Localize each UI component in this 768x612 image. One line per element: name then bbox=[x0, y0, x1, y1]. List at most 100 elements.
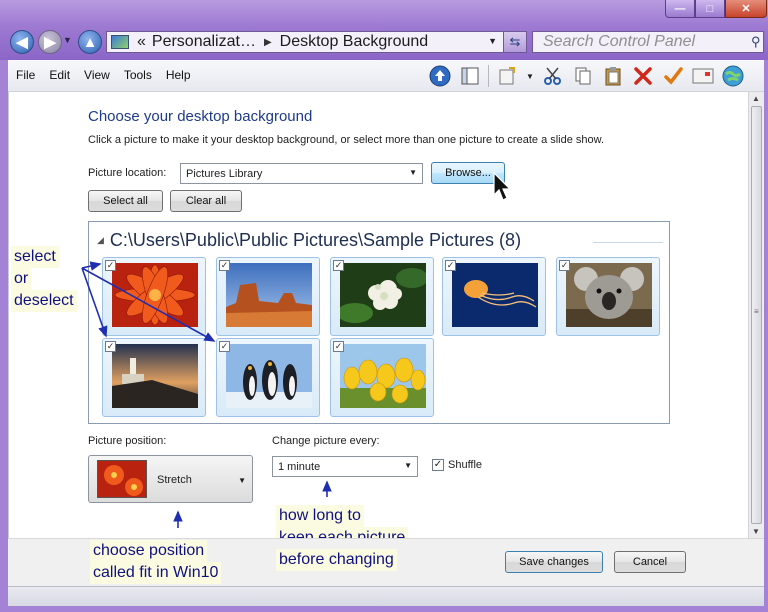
up-button[interactable]: ▲ bbox=[78, 30, 102, 54]
page-title: Choose your desktop background bbox=[88, 108, 313, 125]
menu-help[interactable]: Help bbox=[166, 68, 191, 82]
properties-icon[interactable] bbox=[495, 64, 519, 88]
clear-all-button[interactable]: Clear all bbox=[170, 190, 242, 212]
menu-tools[interactable]: Tools bbox=[124, 68, 152, 82]
cancel-button[interactable]: Cancel bbox=[614, 551, 686, 573]
globe-icon[interactable] bbox=[721, 64, 745, 88]
save-changes-button[interactable]: Save changes bbox=[505, 551, 603, 573]
picture-position-select[interactable]: Stretch ▼ bbox=[88, 455, 253, 503]
picture-thumbnail-hydrangeas[interactable]: ✓ bbox=[330, 257, 434, 336]
picture-checkbox[interactable]: ✓ bbox=[559, 260, 570, 271]
refresh-button[interactable]: ⇆ bbox=[503, 31, 527, 53]
refresh-icon: ⇆ bbox=[509, 34, 521, 49]
folder-divider bbox=[593, 242, 663, 243]
select-all-button[interactable]: Select all bbox=[88, 190, 163, 212]
penguins-image bbox=[226, 344, 312, 408]
tulips-image bbox=[340, 344, 426, 408]
panel-icon[interactable] bbox=[458, 64, 482, 88]
search-icon[interactable]: ⚲ bbox=[751, 34, 763, 50]
copy-icon[interactable] bbox=[571, 64, 595, 88]
scissors-icon[interactable] bbox=[541, 64, 565, 88]
breadcrumb-desktop-background[interactable]: Desktop Background bbox=[280, 33, 429, 51]
arrow-up-icon: ▲ bbox=[82, 33, 98, 51]
picture-thumbnail-koala[interactable]: ✓ bbox=[556, 257, 660, 336]
picture-location-select[interactable]: Pictures Library ▼ bbox=[180, 163, 423, 184]
annotation-how-long: how long to bbox=[276, 505, 364, 527]
menu-view[interactable]: View bbox=[84, 68, 110, 82]
folder-group-header[interactable]: ◢ C:\Users\Public\Public Pictures\Sample… bbox=[97, 230, 521, 251]
koala-image bbox=[566, 263, 652, 327]
minimize-button[interactable]: — bbox=[665, 0, 695, 18]
change-interval-label: Change picture every: bbox=[272, 435, 380, 447]
scroll-down-icon[interactable]: ▼ bbox=[752, 527, 760, 536]
chrysanthemum-image bbox=[112, 263, 198, 327]
scroll-up-icon[interactable]: ▲ bbox=[752, 94, 760, 103]
chevron-down-icon: ▼ bbox=[238, 476, 246, 485]
desert-image bbox=[226, 263, 312, 327]
collapse-icon[interactable]: ◢ bbox=[97, 235, 104, 246]
picture-location-value: Pictures Library bbox=[186, 167, 263, 180]
annotation-choose-position: choose position bbox=[90, 540, 208, 562]
picture-thumbnail-lighthouse[interactable]: ✓ bbox=[102, 338, 206, 417]
annotation-or: or bbox=[11, 268, 32, 290]
page-subtitle: Click a picture to make it your desktop … bbox=[88, 134, 605, 146]
close-button[interactable]: ✕ bbox=[725, 0, 767, 18]
annotation-deselect: deselect bbox=[11, 290, 77, 312]
paste-icon[interactable] bbox=[601, 64, 625, 88]
picture-checkbox[interactable]: ✓ bbox=[445, 260, 456, 271]
picture-checkbox[interactable]: ✓ bbox=[333, 260, 344, 271]
breadcrumb-personalization[interactable]: Personalizat… bbox=[152, 33, 256, 51]
picture-position-label: Picture position: bbox=[88, 435, 167, 447]
up-circle-icon[interactable] bbox=[428, 64, 452, 88]
picture-thumbnail-tulips[interactable]: ✓ bbox=[330, 338, 434, 417]
search-box: ⚲ bbox=[532, 31, 764, 53]
breadcrumb-overflow[interactable]: « bbox=[137, 33, 146, 51]
forward-button[interactable]: ▶ bbox=[38, 30, 62, 54]
picture-location-label: Picture location: bbox=[88, 167, 167, 179]
back-button[interactable]: ◀ bbox=[10, 30, 34, 54]
delete-icon[interactable] bbox=[631, 64, 655, 88]
vertical-scrollbar[interactable]: ▲ ≡ ▼ bbox=[748, 92, 764, 538]
picture-checkbox[interactable]: ✓ bbox=[219, 260, 230, 271]
mouse-cursor-icon bbox=[493, 172, 512, 201]
picture-checkbox[interactable]: ✓ bbox=[105, 341, 116, 352]
annotation-fit-win10: called fit in Win10 bbox=[90, 562, 222, 584]
chevron-down-icon: ▼ bbox=[63, 35, 72, 45]
toolbar-divider bbox=[488, 65, 489, 87]
shuffle-label: Shuffle bbox=[448, 459, 483, 471]
properties-dropdown-icon[interactable]: ▼ bbox=[525, 64, 535, 88]
picture-checkbox[interactable]: ✓ bbox=[105, 260, 116, 271]
recent-pages-button[interactable]: ▼ bbox=[63, 35, 72, 45]
change-interval-value: 1 minute bbox=[278, 460, 321, 473]
scroll-grip-icon: ≡ bbox=[754, 307, 759, 316]
picture-checkbox[interactable]: ✓ bbox=[333, 341, 344, 352]
address-dropdown-icon[interactable]: ▼ bbox=[488, 36, 497, 46]
picture-checkbox[interactable]: ✓ bbox=[219, 341, 230, 352]
annotation-before-changing: before changing bbox=[276, 549, 397, 571]
shuffle-checkbox[interactable]: ✓ bbox=[432, 459, 444, 471]
picture-thumbnail-chrysanthemum[interactable]: ✓ bbox=[102, 257, 206, 336]
mail-icon[interactable] bbox=[691, 64, 715, 88]
check-icon[interactable] bbox=[661, 64, 685, 88]
picture-thumbnail-penguins[interactable]: ✓ bbox=[216, 338, 320, 417]
scroll-thumb[interactable]: ≡ bbox=[751, 106, 762, 524]
search-input[interactable] bbox=[533, 33, 751, 51]
chevron-down-icon: ▼ bbox=[404, 461, 412, 470]
status-bar bbox=[8, 586, 764, 606]
jellyfish-image bbox=[452, 263, 538, 327]
menu-bar: File Edit View Tools Help ▼ bbox=[8, 60, 764, 92]
maximize-button[interactable]: □ bbox=[695, 0, 725, 18]
address-bar[interactable]: « Personalizat… ▶ Desktop Background ▼ bbox=[106, 31, 504, 53]
window-controls: — □ ✕ bbox=[665, 0, 767, 20]
picture-position-value: Stretch bbox=[157, 474, 192, 486]
position-preview-image bbox=[97, 460, 147, 498]
picture-thumbnail-jellyfish[interactable]: ✓ bbox=[442, 257, 546, 336]
menu-edit[interactable]: Edit bbox=[49, 68, 70, 82]
menu-file[interactable]: File bbox=[16, 68, 35, 82]
folder-path: C:\Users\Public\Public Pictures\Sample P… bbox=[109, 230, 522, 250]
breadcrumb-separator-icon[interactable]: ▶ bbox=[264, 37, 272, 48]
picture-thumbnail-desert[interactable]: ✓ bbox=[216, 257, 320, 336]
hydrangeas-image bbox=[340, 263, 426, 327]
chevron-down-icon: ▼ bbox=[409, 168, 417, 177]
change-interval-select[interactable]: 1 minute ▼ bbox=[272, 456, 418, 477]
